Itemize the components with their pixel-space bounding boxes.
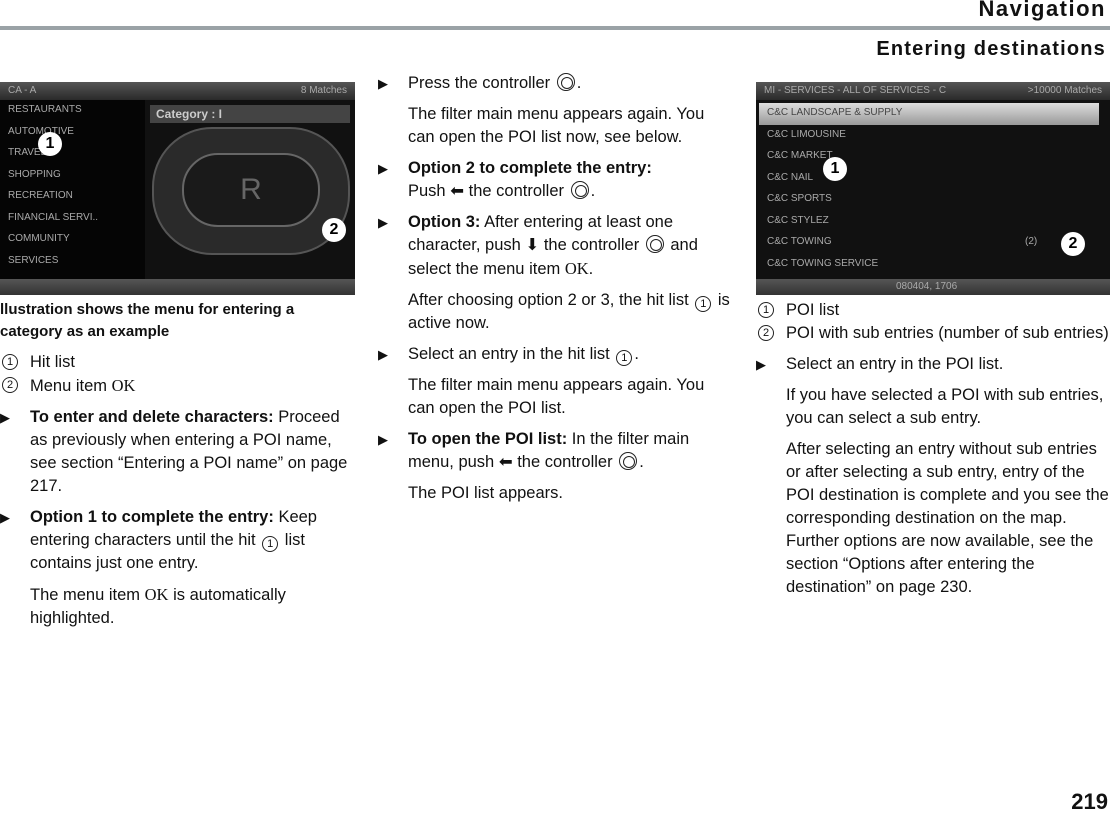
instruction-bullet: To enter and delete characters: Proceed … <box>0 406 355 498</box>
list-item: C&C STYLEZ <box>767 214 829 226</box>
legend-item: 2 Menu item OK <box>0 374 355 398</box>
list-item: COMMUNITY <box>8 233 70 244</box>
paragraph: If you have selected a POI with sub entr… <box>786 386 1104 427</box>
list-item: TRAVEL <box>8 147 47 158</box>
status-bar <box>0 279 355 295</box>
paragraph: The menu item OK is automatically highli… <box>30 585 286 627</box>
list-item: RESTAURANTS <box>8 104 82 115</box>
push-left-icon: ⬅ <box>450 182 465 200</box>
list-item: C&C TOWING (2) <box>767 236 1038 247</box>
instruction-bullet: To open the POI list: In the filter main… <box>378 428 734 474</box>
list-item: RECREATION <box>8 190 73 201</box>
marker-1: 1 <box>38 132 62 156</box>
status-bar: 080404, 1706 <box>756 279 1110 295</box>
poi-list-screenshot: MI - SERVICES - ALL OF SERVICES - C >1000… <box>756 82 1110 295</box>
legend-item: 1 POI list <box>756 299 1110 322</box>
screen-title: CA - A <box>8 85 37 96</box>
poi-list: C&C LANDSCAPE & SUPPLY C&C LIMOUSINE C&C… <box>759 103 1099 275</box>
legend-item: 1 Hit list <box>0 351 355 374</box>
selected-letter: R <box>182 153 320 227</box>
middle-column: Press the controller . The filter main m… <box>378 72 734 513</box>
list-item: C&C LIMOUSINE <box>767 128 846 140</box>
match-count: >10000 Matches <box>1027 85 1102 96</box>
list-item: C&C NAIL <box>767 171 814 183</box>
instruction-bullet: Option 1 to complete the entry: Keep ent… <box>0 506 355 575</box>
list-item: C&C SPORTS <box>767 193 832 204</box>
paragraph: The filter main menu appears again. You … <box>408 376 705 417</box>
paragraph: After selecting an entry without sub ent… <box>786 440 1109 596</box>
legend-item: 2 POI with sub entries (number of sub ent… <box>756 322 1110 345</box>
list-item-selected: C&C LANDSCAPE & SUPPLY <box>759 103 1099 125</box>
push-left-icon: ⬅ <box>498 453 513 471</box>
push-down-icon: ⬇ <box>525 236 540 254</box>
category-screenshot: CA - A 8 Matches RESTAURANTS AUTOMOTIVE T… <box>0 82 355 295</box>
section-title: Entering destinations <box>876 38 1106 60</box>
category-input: Category : I <box>150 105 350 123</box>
instruction-bullet: Option 2 to complete the entry: Push ⬅ t… <box>378 157 734 203</box>
speller-ring: R <box>152 127 350 255</box>
marker-2: 2 <box>322 218 346 242</box>
instruction-bullet: Select an entry in the POI list. <box>756 353 1110 376</box>
controller-icon <box>570 181 589 199</box>
paragraph: The filter main menu appears again. You … <box>408 105 705 146</box>
paragraph: After choosing option 2 or 3, the hit li… <box>408 291 730 332</box>
sub-entry-count: (2) <box>1025 236 1038 247</box>
list-item: SHOPPING <box>8 168 61 180</box>
category-list: RESTAURANTS AUTOMOTIVE TRAVEL SHOPPING R… <box>0 100 145 280</box>
list-item: SERVICES <box>8 254 59 266</box>
header-rule <box>0 26 1110 30</box>
chapter-title: Navigation <box>978 0 1106 21</box>
instruction-bullet: Press the controller . <box>378 72 734 95</box>
right-column: MI - SERVICES - ALL OF SERVICES - C >1000… <box>756 82 1110 607</box>
list-item: C&C TOWING SERVICE <box>767 257 879 269</box>
screen-title: MI - SERVICES - ALL OF SERVICES - C <box>764 85 947 96</box>
instruction-bullet: Select an entry in the hit list 1. <box>378 343 734 366</box>
marker-2: 2 <box>1061 232 1085 256</box>
match-count: 8 Matches <box>300 85 347 96</box>
list-item: C&C MARKET <box>767 150 833 161</box>
controller-icon <box>645 235 664 253</box>
page-number: 219 <box>1071 789 1108 814</box>
figure-caption: llustration shows the menu for entering … <box>0 301 295 340</box>
list-item: AUTOMOTIVE <box>8 125 74 137</box>
controller-icon <box>556 73 575 91</box>
left-column: CA - A 8 Matches RESTAURANTS AUTOMOTIVE T… <box>0 82 355 638</box>
list-item: FINANCIAL SERVI.. <box>8 211 99 223</box>
instruction-bullet: Option 3: After entering at least one ch… <box>378 211 734 281</box>
controller-icon <box>619 452 638 470</box>
marker-1: 1 <box>823 157 847 181</box>
paragraph: The POI list appears. <box>408 484 563 502</box>
